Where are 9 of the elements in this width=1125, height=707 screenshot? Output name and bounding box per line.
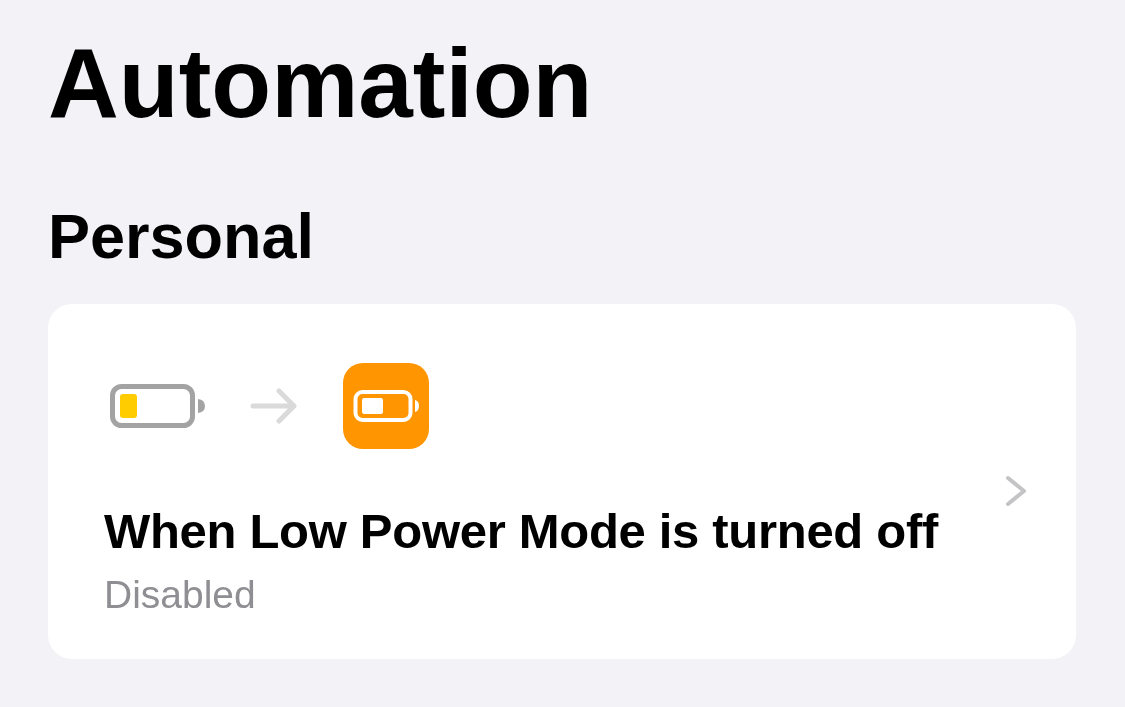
automation-title: When Low Power Mode is turned off [104, 502, 938, 560]
section-heading: Personal [48, 200, 315, 273]
page-title: Automation [48, 34, 593, 132]
chevron-right-icon [1005, 474, 1027, 507]
low-battery-icon [110, 383, 205, 428]
arrow-right-icon [250, 387, 298, 424]
battery-tile-icon [343, 362, 429, 449]
automation-card[interactable]: When Low Power Mode is turned off Disabled [48, 303, 1076, 660]
automation-status: Disabled [104, 572, 256, 619]
